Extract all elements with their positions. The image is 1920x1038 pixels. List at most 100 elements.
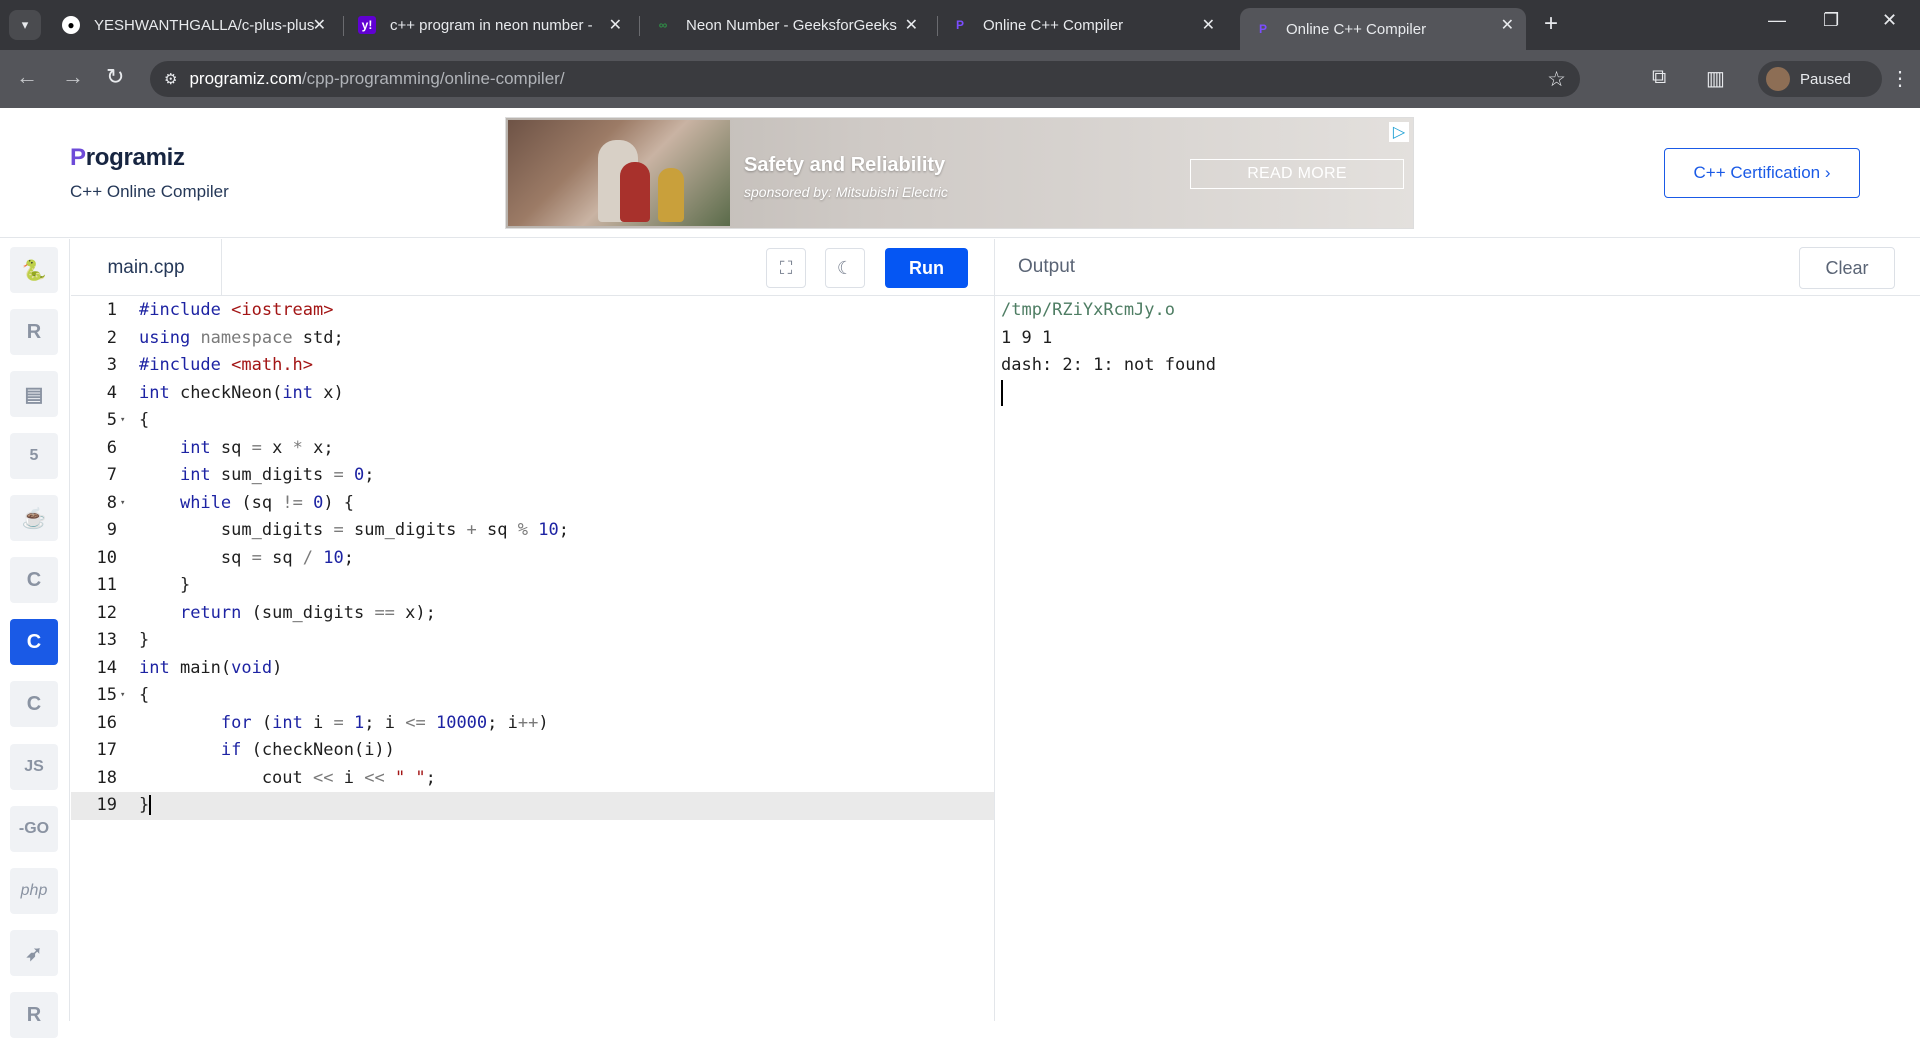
editor-toolbar: main.cpp ⛶ ☾ Run <box>71 239 994 296</box>
programiz-logo[interactable]: Programiz <box>70 144 185 172</box>
dark-mode-moon-icon[interactable]: ☾ <box>825 248 865 288</box>
output-console[interactable]: /tmp/RZiYxRcmJy.o 1 9 1 dash: 2: 1: not … <box>1001 297 1216 406</box>
code-editor[interactable]: 1 #include <iostream> 2 using namespace st… <box>71 297 994 1021</box>
code-line: 13} <box>96 630 150 650</box>
run-button[interactable]: Run <box>885 248 968 288</box>
page-subtitle: C++ Online Compiler <box>70 182 229 201</box>
fullscreen-icon[interactable]: ⛶ <box>766 248 806 288</box>
fold-arrow-icon[interactable]: ▾ <box>120 490 125 518</box>
avatar <box>1766 67 1790 91</box>
tab-title: Online C++ Compiler <box>1286 20 1427 38</box>
browser-tab[interactable]: P Online C++ Compiler ✕ <box>937 8 1227 42</box>
cpp-certification-button[interactable]: C++ Certification › <box>1664 148 1860 198</box>
programiz-icon: P <box>955 18 964 32</box>
geeksforgeeks-icon: ∞ <box>658 18 668 32</box>
side-panel-icon[interactable]: ▥ <box>1706 66 1725 91</box>
language-sidebar: 🐍 R ▤ 5 ☕ C C C JS -GO php ➶ R <box>0 239 70 1038</box>
github-icon: ● <box>62 16 80 34</box>
output-line: 1 9 1 <box>1001 327 1053 348</box>
close-icon[interactable]: ✕ <box>1202 15 1215 35</box>
code-line: 17 if (checkNeon(i)) <box>96 740 395 760</box>
ad-headline: Safety and Reliability <box>744 154 946 176</box>
rust-icon[interactable]: R <box>10 992 58 1038</box>
profile-button[interactable]: Paused <box>1758 61 1882 97</box>
browser-tab[interactable]: ● YESHWANTHGALLA/c-plus-plus ✕ <box>48 8 338 42</box>
close-icon[interactable]: ✕ <box>905 15 918 35</box>
browser-tab-bar: ▾ ● YESHWANTHGALLA/c-plus-plus ✕ y! c++ … <box>0 0 1920 50</box>
swift-icon[interactable]: ➶ <box>10 930 58 976</box>
site-header: Programiz C++ Online Compiler Safety and… <box>0 108 1920 238</box>
output-panel: Output Clear /tmp/RZiYxRcmJy.o 1 9 1 das… <box>994 239 1920 1021</box>
code-line: 5 ▾{ <box>71 407 994 435</box>
address-bar[interactable]: ⚙ programiz.com/cpp-programming/online-c… <box>150 61 1580 97</box>
browser-menu-icon[interactable]: ⋮ <box>1890 66 1910 91</box>
r-icon[interactable]: R <box>10 309 58 355</box>
output-header: Output Clear <box>995 239 1920 296</box>
tab-search-chevron-icon[interactable]: ▾ <box>9 10 41 40</box>
java-icon[interactable]: ☕ <box>10 495 58 541</box>
output-line: /tmp/RZiYxRcmJy.o <box>1001 300 1175 320</box>
code-line: 11 } <box>96 575 191 595</box>
extensions-icon[interactable]: ⧉ <box>1652 66 1666 89</box>
back-arrow-icon[interactable]: ← <box>16 64 38 90</box>
code-line: 15 ▾{ <box>71 682 994 710</box>
cpp-icon[interactable]: C <box>10 619 58 665</box>
ad-photo <box>508 120 730 226</box>
yahoo-icon: y! <box>358 16 376 34</box>
advertisement-banner[interactable]: Safety and Reliability sponsored by: Mit… <box>505 117 1414 229</box>
code-line: 3 #include <math.h> <box>106 355 314 375</box>
code-line: 16 for (int i = 1; i <= 10000; i++) <box>96 712 549 733</box>
code-line: 9 sum_digits = sum_digits + sq % 10; <box>106 520 569 540</box>
code-line: 8 ▾ while (sq != 0) { <box>71 490 994 518</box>
c-icon[interactable]: C <box>10 557 58 603</box>
ad-sponsor: sponsored by: Mitsubishi Electric <box>744 184 948 200</box>
profile-status: Paused <box>1800 70 1851 88</box>
clear-button[interactable]: Clear <box>1799 247 1895 289</box>
programiz-icon: P <box>1258 22 1267 36</box>
tab-title: c++ program in neon number - <box>390 16 593 34</box>
code-line: 2 using namespace std; <box>106 327 344 348</box>
code-line: 6 int sq = x * x; <box>106 437 334 458</box>
url-path: /cpp-programming/online-compiler/ <box>301 69 565 88</box>
php-icon[interactable]: php <box>10 868 58 914</box>
minimize-icon[interactable]: — <box>1768 10 1786 31</box>
code-line: 18 cout << i << " "; <box>96 767 436 788</box>
go-icon[interactable]: -GO <box>10 806 58 852</box>
forward-arrow-icon[interactable]: → <box>62 64 84 90</box>
reload-icon[interactable]: ↻ <box>106 64 124 90</box>
html-icon[interactable]: 5 <box>10 433 58 479</box>
browser-toolbar: ← → ↻ ⚙ programiz.com/cpp-programming/on… <box>0 50 1920 108</box>
console-cursor <box>1001 379 1003 406</box>
browser-tab-active[interactable]: P Online C++ Compiler ✕ <box>1240 8 1526 50</box>
sql-icon[interactable]: ▤ <box>10 371 58 417</box>
new-tab-plus-icon[interactable]: + <box>1544 10 1558 38</box>
site-info-icon[interactable]: ⚙ <box>164 70 177 88</box>
browser-tab[interactable]: y! c++ program in neon number - ✕ <box>344 8 634 42</box>
csharp-icon[interactable]: C <box>10 681 58 727</box>
window-close-icon[interactable]: ✕ <box>1882 10 1897 31</box>
tab-title: YESHWANTHGALLA/c-plus-plus <box>94 16 315 34</box>
output-title: Output <box>1018 256 1076 277</box>
fold-arrow-icon[interactable]: ▾ <box>120 682 125 710</box>
code-line: 12 return (sum_digits == x); <box>96 602 436 623</box>
file-tab-main-cpp[interactable]: main.cpp <box>71 239 222 296</box>
restore-icon[interactable]: ❐ <box>1823 10 1839 31</box>
code-line: 10 sq = sq / 10; <box>96 547 355 568</box>
code-line: 7 int sum_digits = 0; <box>106 465 375 485</box>
code-line: 1 #include <iostream> <box>106 300 334 320</box>
close-icon[interactable]: ✕ <box>1501 15 1514 35</box>
bookmark-star-icon[interactable]: ☆ <box>1547 67 1566 92</box>
js-icon[interactable]: JS <box>10 744 58 790</box>
adchoices-icon[interactable]: ▷ <box>1389 122 1409 142</box>
url-host: programiz.com <box>189 69 302 88</box>
code-line: 14 int main(void) <box>96 657 283 678</box>
code-line: 4 int checkNeon(int x) <box>106 382 344 403</box>
tab-title: Online C++ Compiler <box>983 16 1124 34</box>
close-icon[interactable]: ✕ <box>313 15 326 35</box>
python-icon[interactable]: 🐍 <box>10 247 58 293</box>
fold-arrow-icon[interactable]: ▾ <box>120 407 125 435</box>
close-icon[interactable]: ✕ <box>609 15 622 35</box>
text-cursor <box>149 795 152 815</box>
ad-read-more-button[interactable]: READ MORE <box>1190 159 1404 189</box>
browser-tab[interactable]: ∞ Neon Number - GeeksforGeeks ✕ <box>640 8 930 42</box>
